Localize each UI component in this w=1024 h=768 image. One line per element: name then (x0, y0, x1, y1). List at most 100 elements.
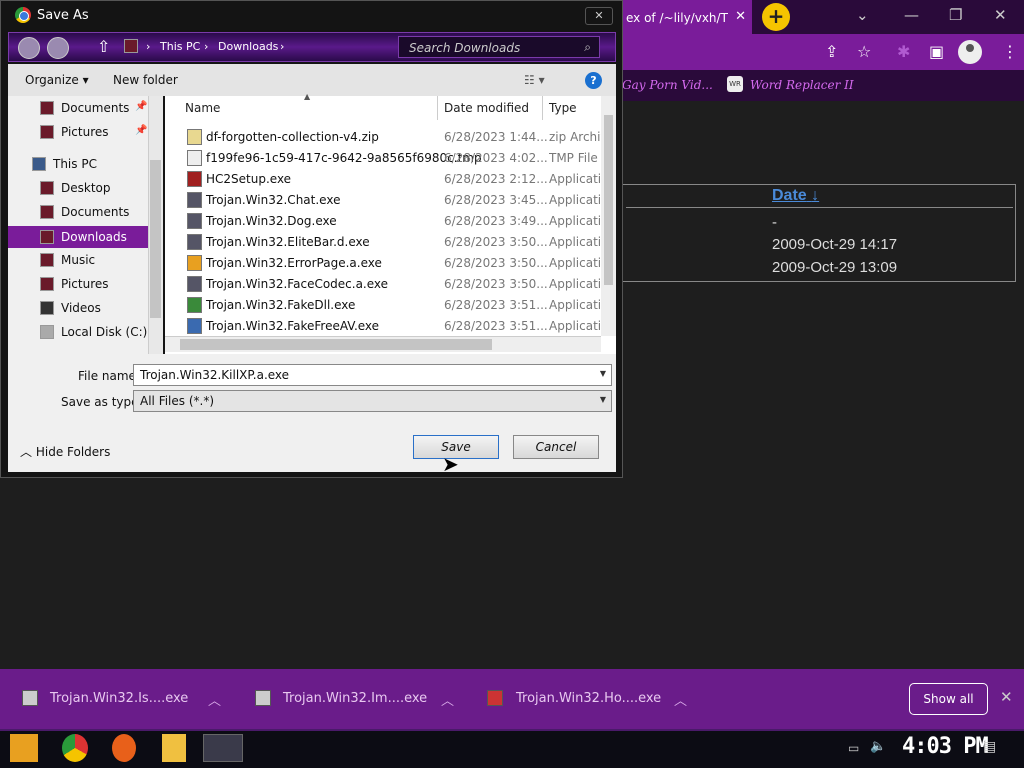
table-row[interactable]: Trojan.Win32.EliteBar.d.exe 6/28/2023 3:5… (185, 232, 601, 253)
up-arrow-icon[interactable]: ⇧ (97, 37, 110, 56)
file-date: 6/28/2023 3:51... (444, 298, 548, 312)
file-icon (187, 192, 202, 208)
network-icon[interactable]: ▭ (848, 741, 859, 755)
table-row[interactable]: Trojan.Win32.FakeDll.exe 6/28/2023 3:51..… (185, 295, 601, 316)
file-name: Trojan.Win32.Dog.exe (206, 214, 337, 228)
chevron-down-icon: ▼ (599, 395, 606, 404)
column-header-name[interactable]: Name (185, 101, 220, 115)
side-panel-icon[interactable]: ▣ (929, 42, 944, 61)
chevron-up-icon[interactable]: ︿ (441, 690, 454, 709)
downloads-close-icon[interactable]: ✕ (1000, 688, 1013, 706)
extensions-icon[interactable]: ✱ (897, 42, 910, 61)
notifications-icon[interactable]: ▤ (983, 739, 996, 755)
file-type: Application (549, 256, 601, 270)
date-cell: 2009-Oct-29 14:17 (772, 236, 898, 253)
nav-item-desktop[interactable]: Desktop (61, 177, 111, 199)
organize-button[interactable]: Organize ▾ (25, 73, 89, 87)
file-explorer-icon[interactable] (162, 734, 186, 762)
date-cell: 2009-Oct-29 13:09 (772, 259, 898, 276)
tab-title: ex of /~lily/vxh/T (626, 11, 728, 25)
menu-icon[interactable]: ⋮ (1002, 42, 1018, 61)
download-item[interactable]: Trojan.Win32.Is....exe (50, 691, 188, 706)
nav-item-pictures[interactable]: Pictures (61, 273, 109, 295)
download-item[interactable]: Trojan.Win32.Ho....exe (516, 691, 661, 706)
column-divider[interactable] (542, 96, 543, 120)
nav-item-pictures[interactable]: Pictures (61, 121, 109, 143)
bookmark-item[interactable]: Gay Porn Vid... (622, 78, 713, 92)
breadcrumb-separator: › (280, 40, 285, 53)
file-type: Application (549, 214, 601, 228)
firefox-icon[interactable] (112, 734, 136, 762)
chrome-icon[interactable] (62, 734, 88, 762)
chevron-up-icon[interactable]: ︿ (674, 690, 687, 709)
file-type: zip Archive (549, 130, 601, 144)
local-disk-icon (40, 325, 54, 339)
download-item[interactable]: Trojan.Win32.Im....exe (283, 691, 427, 706)
breadcrumb-item[interactable]: This PC (160, 40, 200, 53)
new-tab-button[interactable]: + (762, 3, 790, 31)
profile-avatar[interactable] (958, 40, 982, 64)
table-row[interactable]: f199fe96-1c59-417c-9642-9a8565f6980c.tmp… (185, 148, 601, 169)
minimize-icon[interactable]: — (904, 6, 919, 24)
file-date: 6/28/2023 3:50... (444, 277, 548, 291)
back-button[interactable] (18, 37, 40, 59)
file-name-input[interactable]: Trojan.Win32.KillXP.a.exe ▼ (133, 364, 612, 386)
file-type: Application (549, 319, 601, 333)
nav-item-videos[interactable]: Videos (61, 297, 101, 319)
tab-search-icon[interactable]: ⌄ (856, 6, 869, 24)
nav-item-documents[interactable]: Documents (61, 97, 129, 119)
column-divider[interactable] (437, 96, 438, 120)
column-header-type[interactable]: Type (549, 101, 577, 115)
chevron-down-icon[interactable]: ▼ (600, 369, 606, 378)
column-header-date[interactable]: Date modified (444, 101, 529, 115)
tab-close-icon[interactable]: ✕ (735, 9, 746, 24)
table-row[interactable]: df-forgotten-collection-v4.zip 6/28/2023 … (185, 127, 601, 148)
nav-item-documents[interactable]: Documents (61, 201, 129, 223)
table-row[interactable]: HC2Setup.exe 6/28/2023 2:12...Application (185, 169, 601, 190)
breadcrumb-item[interactable]: Downloads (218, 40, 278, 53)
hide-folders-button[interactable]: ︿ Hide Folders (20, 443, 110, 460)
bookmark-item[interactable]: Word Replacer II (750, 78, 854, 92)
clock[interactable]: 4:03 PM (902, 734, 989, 759)
search-input[interactable]: Search Downloads ⌕ (398, 36, 600, 58)
start-icon[interactable] (10, 734, 38, 762)
nav-scroll-thumb[interactable] (150, 160, 161, 318)
nav-item-downloads[interactable]: Downloads (8, 226, 148, 248)
documents-folder-icon (40, 205, 54, 219)
help-icon[interactable]: ? (585, 72, 602, 89)
new-folder-button[interactable]: New folder (113, 73, 178, 87)
table-row[interactable]: Trojan.Win32.Chat.exe 6/28/2023 3:45... Ap… (185, 190, 601, 211)
window-close-icon[interactable]: ✕ (994, 6, 1007, 24)
active-window-icon[interactable] (203, 734, 243, 762)
save-as-type-select[interactable]: All Files (*.*) ▼ (133, 390, 612, 412)
view-options-icon[interactable]: ☷ ▾ (524, 73, 545, 87)
table-row[interactable]: Trojan.Win32.ErrorPage.a.exe 6/28/2023 3:… (185, 253, 601, 274)
search-icon: ⌕ (584, 40, 591, 54)
nav-item-music[interactable]: Music (61, 249, 95, 271)
file-list-scroll-thumb[interactable] (604, 115, 613, 285)
dialog-close-button[interactable]: ✕ (585, 7, 613, 25)
file-date: 6/28/2023 3:49... (444, 214, 548, 228)
show-all-button[interactable]: Show all (909, 683, 988, 715)
forward-button[interactable] (47, 37, 69, 59)
cancel-button[interactable]: Cancel (513, 435, 599, 459)
restore-icon[interactable]: ❐ (949, 6, 962, 24)
file-icon (187, 171, 202, 187)
bookmark-star-icon[interactable]: ☆ (857, 42, 871, 61)
chevron-up-icon[interactable]: ︿ (208, 690, 221, 709)
volume-icon[interactable]: 🔈 (870, 739, 886, 754)
desktop-folder-icon (40, 181, 54, 195)
browser-tab[interactable]: ex of /~lily/vxh/T ✕ (620, 0, 752, 34)
pin-icon: 📌 (135, 125, 148, 136)
table-row[interactable]: Trojan.Win32.FakeFreeAV.exe 6/28/2023 3:5… (185, 316, 601, 337)
table-row[interactable]: Trojan.Win32.FaceCodec.a.exe 6/28/2023 3:… (185, 274, 601, 295)
table-row[interactable]: Trojan.Win32.Dog.exe 6/28/2023 3:49... App… (185, 211, 601, 232)
nav-item-local-disk[interactable]: Local Disk (C:) (61, 321, 147, 343)
file-icon (187, 255, 202, 271)
chevron-up-icon: ︿ (20, 445, 33, 459)
dialog-title: Save As (37, 8, 89, 23)
horizontal-scroll-thumb[interactable] (180, 339, 492, 350)
share-icon[interactable]: ⇪ (825, 42, 838, 61)
date-column-header[interactable]: Date ↓ (772, 187, 819, 205)
nav-item-this-pc[interactable]: This PC (53, 153, 97, 175)
